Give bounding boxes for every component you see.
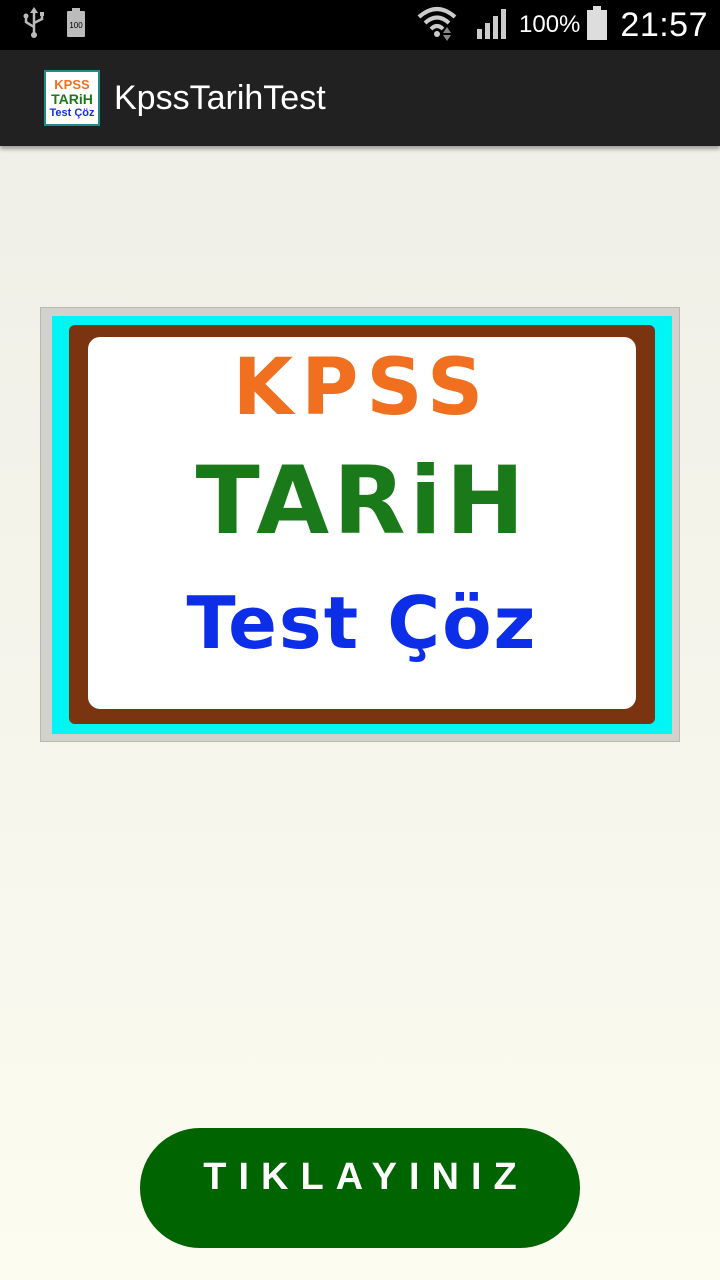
battery-icon bbox=[586, 5, 608, 45]
app-title: KpssTarihTest bbox=[114, 79, 326, 117]
battery-saver-icon: 100 bbox=[66, 7, 86, 43]
app-icon-line1: KPSS bbox=[54, 76, 90, 92]
logo-line-test: Test Çöz bbox=[186, 581, 538, 665]
app-icon: KPSS TARiH Test Çöz bbox=[44, 70, 100, 126]
logo-line-tarih: TARiH bbox=[195, 447, 529, 556]
status-left-icons: 100 bbox=[22, 6, 86, 43]
clock: 21:57 bbox=[620, 5, 708, 44]
action-bar: KPSS TARiH Test Çöz KpssTarihTest bbox=[0, 50, 720, 146]
wifi-icon bbox=[417, 5, 457, 46]
status-right-icons: 100% 21:57 bbox=[417, 0, 708, 50]
status-bar: 100 100% 21:57 bbox=[0, 0, 720, 50]
app-icon-line3: Test Çöz bbox=[49, 106, 95, 119]
app-icon-line2: TARiH bbox=[51, 90, 93, 107]
signal-icon bbox=[475, 7, 509, 44]
logo-line-kpss: KPSS bbox=[232, 343, 492, 433]
logo-outer-border: KPSS TARiH Test Çöz bbox=[52, 316, 672, 734]
logo-panel: KPSS TARiH Test Çöz bbox=[88, 337, 636, 709]
tiklayiniz-button[interactable]: TIKLAYINIZ bbox=[140, 1128, 580, 1248]
logo-inner-border: KPSS TARiH Test Çöz bbox=[69, 325, 655, 724]
battery-percent: 100% bbox=[519, 11, 581, 38]
battery-saver-label: 100 bbox=[69, 21, 83, 30]
logo-image: KPSS TARiH Test Çöz bbox=[40, 307, 680, 742]
usb-icon bbox=[22, 6, 46, 44]
